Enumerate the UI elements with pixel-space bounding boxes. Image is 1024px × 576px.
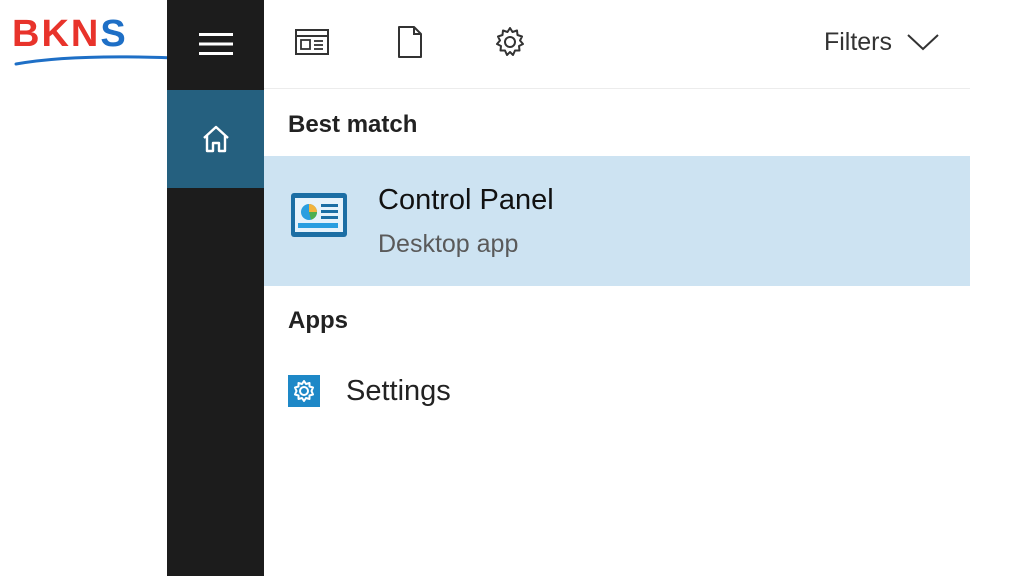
search-results: Best match Control Panel Desktop app App… xyxy=(264,89,970,576)
best-match-subtitle: Desktop app xyxy=(378,230,519,258)
filters-dropdown[interactable]: Filters xyxy=(824,24,940,60)
control-panel-icon xyxy=(291,193,347,237)
menu-button[interactable] xyxy=(167,0,264,88)
app-item-label: Settings xyxy=(346,374,451,407)
document-icon xyxy=(398,26,422,58)
home-button[interactable] xyxy=(167,90,264,188)
search-toolbar: Filters xyxy=(264,0,970,89)
bkns-logo: BKNS xyxy=(12,14,176,66)
hamburger-icon xyxy=(198,33,233,55)
chevron-down-icon xyxy=(907,34,939,51)
apps-heading: Apps xyxy=(288,307,348,334)
start-rail xyxy=(167,0,264,576)
news-icon xyxy=(295,29,329,55)
best-match-title: Control Panel xyxy=(378,184,554,216)
news-button[interactable] xyxy=(292,22,332,62)
right-margin xyxy=(970,0,1024,576)
settings-toolbar-button[interactable] xyxy=(490,22,530,62)
best-match-heading: Best match xyxy=(288,111,418,138)
documents-button[interactable] xyxy=(390,22,430,62)
app-item-settings[interactable]: Settings xyxy=(264,359,970,423)
logo-swoosh xyxy=(14,55,176,66)
settings-icon xyxy=(288,375,320,407)
filters-label: Filters xyxy=(823,27,892,56)
home-icon xyxy=(202,125,229,153)
gear-icon xyxy=(496,27,524,56)
best-match-item[interactable]: Control Panel Desktop app xyxy=(264,156,970,286)
